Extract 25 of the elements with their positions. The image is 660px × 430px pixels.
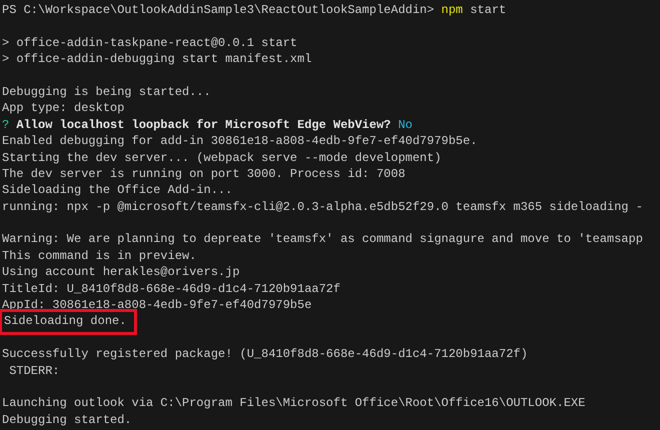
- output-text: This command is in preview.: [2, 248, 196, 263]
- output-text: > office-addin-taskpane-react@0.0.1 start: [2, 36, 298, 50]
- output-text: STDERR:: [8, 364, 60, 378]
- output-text: start: [469, 3, 506, 17]
- output-text: TitleId: U_8410f8d8-668e-46d9-d1c4-7120b91aa72f: [2, 282, 340, 296]
- output-text: Debugging started.: [2, 412, 132, 427]
- output-text: AppId: 30861e18-a808-4edb-9fe7-ef40d7979b5e: [2, 298, 312, 312]
- output-text: Launching outlook via C:\Program Files\Microsoft Office\Root\Office16\OUTLOOK.EXE: [2, 396, 586, 410]
- prompt-question: Allow localhost loopback for Microsoft Edge WebView?: [15, 118, 391, 132]
- output-text: > office-addin-debugging start manifest.xml: [2, 52, 312, 66]
- output-text: Sideloading the Office Add-in...: [2, 183, 232, 198]
- question-mark: ?: [2, 118, 10, 132]
- output-text: The dev server is running on port 3000. Process id: 7008: [2, 166, 406, 181]
- output-text: Starting the dev server... (webpack serve --mode development): [2, 150, 442, 165]
- command-text: npm: [441, 3, 463, 17]
- output-text: running: npx -p @microsoft/teamsfx-cli@2.0.3-alpha.e5db52f29.0 teamsfx m365 sideloading -: [2, 200, 643, 214]
- output-text: Successfully registered package! (U_8410f8d8-668e-46d9-d1c4-7120b91aa72f): [2, 347, 528, 362]
- output-text: Sideloading done.: [4, 314, 126, 328]
- output-text: Using account herakles@orivers.jp: [2, 265, 240, 280]
- answer-text: No: [398, 118, 412, 132]
- output-text: Warning: We are planning to depreate 'teamsfx' as command signagure and move to 'teamsapp: [2, 232, 643, 246]
- output-text: App type: desktop: [2, 101, 124, 116]
- output-text: Enabled debugging for add-in 30861e18-a808-4edb-9fe7-ef40d7979b5e.: [2, 134, 478, 148]
- output-text: PS C:\Workspace\OutlookAddinSample3\ReactOutlookSampleAddin>: [2, 3, 436, 17]
- output-text: Debugging is being started...: [2, 84, 211, 99]
